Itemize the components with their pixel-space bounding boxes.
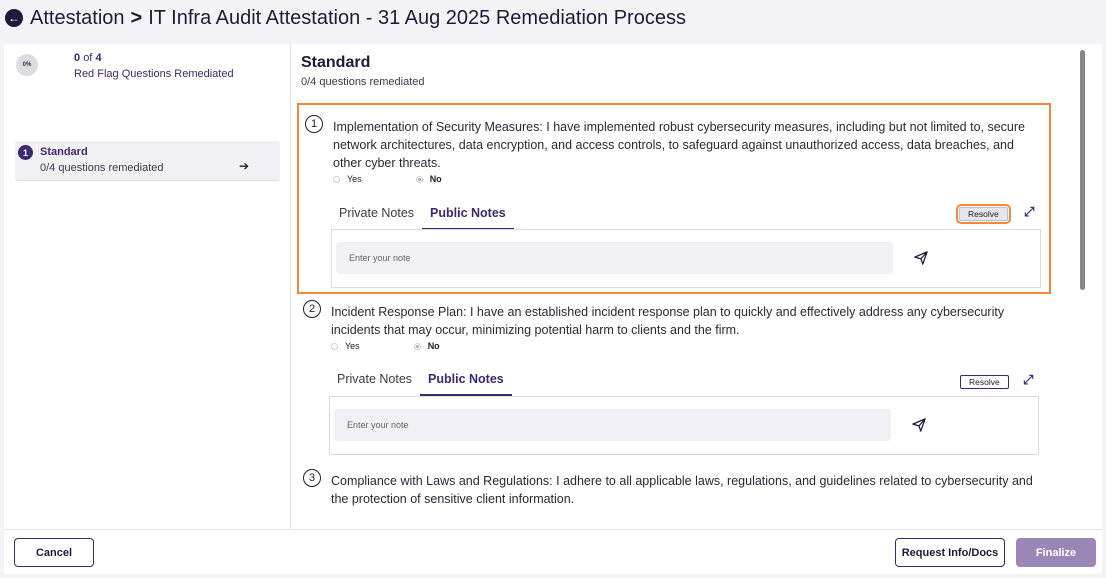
sidebar-item-subtitle: 0/4 questions remediated [40, 162, 164, 174]
section-title: Standard [301, 54, 371, 71]
progress-label: Red Flag Questions Remediated [74, 68, 234, 80]
question-text: Compliance with Laws and Regulations: I … [331, 474, 1033, 506]
radio-yes[interactable] [331, 342, 338, 350]
sidebar: 0% 0 of 4 Red Flag Questions Remediated … [4, 44, 291, 529]
request-info-button[interactable]: Request Info/Docs [895, 538, 1005, 567]
tab-public-notes[interactable]: Public Notes [422, 206, 514, 230]
question-card: 1 Implementation of Security Measures: I… [297, 103, 1051, 294]
send-icon[interactable] [914, 251, 928, 265]
question-text: Incident Response Plan: I have an establ… [331, 305, 1005, 337]
note-input[interactable] [334, 409, 891, 441]
sidebar-item-title: Standard [40, 146, 88, 158]
notes-tabs: Private Notes Public Notes [329, 372, 512, 396]
send-icon[interactable] [912, 418, 926, 432]
resolve-button[interactable]: Resolve [956, 204, 1011, 224]
arrow-right-icon[interactable]: ➔ [239, 159, 249, 173]
section-subtitle: 0/4 questions remediated [301, 76, 425, 88]
option-no[interactable]: No [415, 174, 442, 184]
tab-private-notes[interactable]: Private Notes [329, 372, 420, 396]
question-number: 1 [305, 115, 323, 133]
question-card: 2 Incident Response Plan: I have an esta… [297, 296, 1051, 464]
page-title: IT Infra Audit Attestation - 31 Aug 2025… [148, 6, 686, 29]
resolve-button[interactable]: Resolve [960, 375, 1009, 389]
notes-tabs: Private Notes Public Notes [331, 206, 514, 230]
sidebar-item-number: 1 [18, 145, 33, 160]
tab-public-notes[interactable]: Public Notes [420, 372, 512, 396]
progress-count: 0 of 4 [74, 52, 102, 64]
note-box [329, 396, 1039, 455]
question-number: 2 [303, 300, 321, 318]
expand-icon[interactable]: ⤢ [1023, 372, 1033, 388]
radio-yes[interactable] [333, 175, 340, 183]
tab-private-notes[interactable]: Private Notes [331, 206, 422, 230]
radio-no[interactable] [413, 342, 421, 350]
question-card: 3 Compliance with Laws and Regulations: … [297, 465, 1051, 529]
answer-options: Yes No [333, 173, 496, 185]
sidebar-item-standard[interactable]: 1 Standard 0/4 questions remediated ➔ [15, 141, 280, 181]
back-arrow-icon[interactable]: ← [5, 9, 23, 27]
note-input[interactable] [336, 242, 893, 274]
cancel-button[interactable]: Cancel [14, 538, 94, 567]
option-yes[interactable]: Yes [333, 174, 362, 184]
question-text: Implementation of Security Measures: I h… [333, 120, 1025, 170]
question-number: 3 [303, 469, 321, 487]
option-yes[interactable]: Yes [331, 341, 360, 351]
expand-icon[interactable]: ⤢ [1024, 204, 1034, 220]
finalize-button[interactable]: Finalize [1016, 538, 1096, 567]
header: ← Attestation > IT Infra Audit Attestati… [0, 0, 1106, 36]
option-no[interactable]: No [413, 341, 440, 351]
breadcrumb-separator: > [130, 6, 143, 29]
scrollbar[interactable] [1080, 50, 1085, 290]
answer-options: Yes No [331, 340, 494, 352]
questions-panel: Standard 0/4 questions remediated 1 Impl… [291, 44, 1089, 529]
progress-circle: 0% [16, 54, 38, 76]
breadcrumb-root[interactable]: Attestation [30, 7, 125, 30]
footer: Cancel Request Info/Docs Finalize [4, 529, 1102, 574]
note-box [331, 229, 1041, 288]
main-card: 0% 0 of 4 Red Flag Questions Remediated … [4, 44, 1102, 574]
radio-no[interactable] [415, 175, 423, 183]
